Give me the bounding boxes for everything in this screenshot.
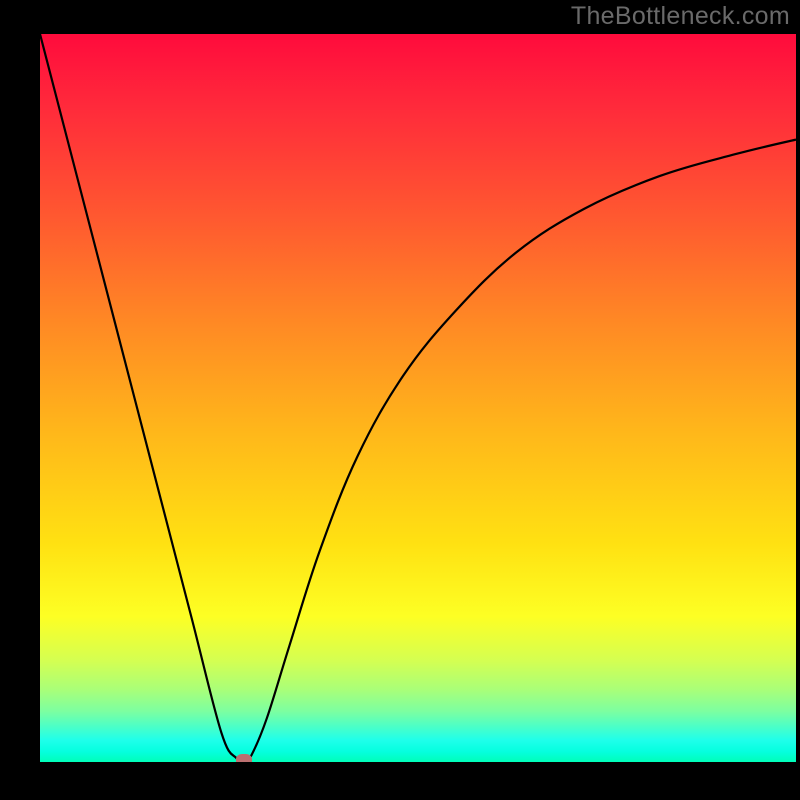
- watermark-text: TheBottleneck.com: [571, 2, 790, 31]
- curve-svg: [40, 34, 796, 762]
- plot-area: [40, 34, 796, 762]
- bottleneck-curve-path: [40, 34, 796, 762]
- optimum-marker: [236, 754, 252, 762]
